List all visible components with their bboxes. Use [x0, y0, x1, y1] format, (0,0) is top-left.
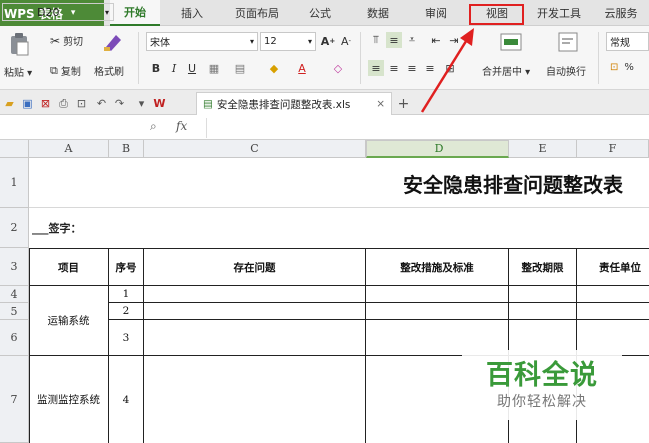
- watermark-slogan: 助你轻松解决: [497, 394, 587, 410]
- wps-spreadsheet-window: WPS 表格 ▾ 开始 插入 页面布局 公式 数据 审阅 视图 开发工具 云服务…: [0, 0, 649, 443]
- watermark-logo-text: 百科全说: [486, 360, 598, 391]
